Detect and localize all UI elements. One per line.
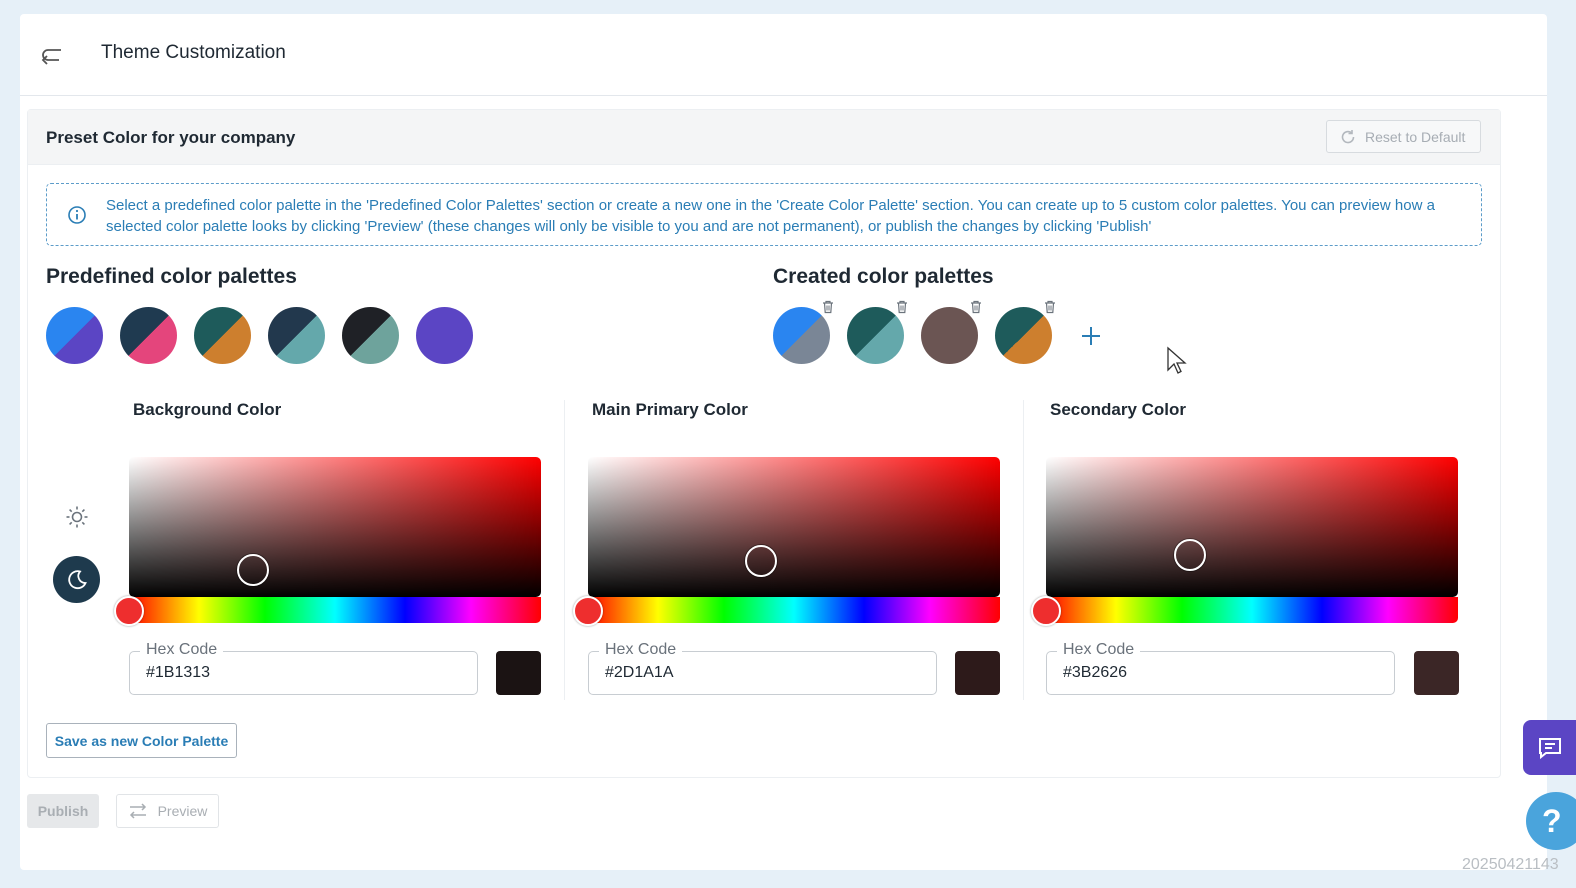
section-title: Preset Color for your company	[46, 128, 296, 147]
secondary-hue-slider[interactable]	[1046, 597, 1458, 623]
preview-arrows-icon	[129, 803, 146, 819]
preview-label: Preview	[157, 803, 208, 819]
predefined-swatch-5[interactable]	[342, 307, 399, 364]
delete-palette-icon[interactable]	[821, 300, 835, 314]
primary-color-preview[interactable]	[955, 651, 1000, 695]
section-header: Preset Color for your company Reset to D…	[28, 110, 1500, 165]
background-picker-handle[interactable]	[237, 554, 269, 586]
primary-saturation-picker[interactable]	[588, 457, 1000, 597]
primary-picker-handle[interactable]	[745, 545, 777, 577]
reset-icon	[1341, 129, 1355, 143]
secondary-color-preview[interactable]	[1414, 651, 1459, 695]
created-swatch-4[interactable]	[995, 307, 1052, 364]
created-swatch-2[interactable]	[847, 307, 904, 364]
timestamp-label: 20250421143	[1462, 856, 1559, 873]
predefined-swatch-6[interactable]	[416, 307, 473, 364]
secondary-saturation-picker[interactable]	[1046, 457, 1458, 597]
info-text: Select a predefined color palette in the…	[106, 197, 1435, 235]
background-color-title: Background Color	[133, 400, 282, 419]
column-divider	[1023, 400, 1024, 700]
secondary-picker-handle[interactable]	[1174, 539, 1206, 571]
background-hex-input[interactable]	[146, 664, 446, 682]
reset-label: Reset to Default	[1365, 128, 1466, 145]
created-swatch-1[interactable]	[773, 307, 830, 364]
created-swatch-3[interactable]	[921, 307, 978, 364]
secondary-hex-input[interactable]	[1063, 664, 1363, 682]
publish-button[interactable]: Publish	[27, 794, 99, 828]
predefined-swatch-3[interactable]	[194, 307, 251, 364]
mouse-cursor-icon	[1167, 346, 1187, 374]
hex-code-label: Hex Code	[1057, 641, 1141, 659]
background-hex-field[interactable]: Hex Code	[129, 641, 478, 695]
top-bar: Theme Customization	[20, 14, 1547, 96]
secondary-color-title: Secondary Color	[1050, 400, 1187, 419]
background-hue-knob[interactable]	[114, 596, 144, 626]
delete-palette-icon[interactable]	[895, 300, 909, 314]
save-new-palette-button[interactable]: Save as new Color Palette	[46, 723, 237, 758]
reset-to-default-button[interactable]: Reset to Default	[1326, 120, 1481, 153]
back-arrow-icon[interactable]	[38, 42, 66, 70]
background-saturation-picker[interactable]	[129, 457, 541, 597]
delete-palette-icon[interactable]	[1043, 300, 1057, 314]
dark-mode-toggle[interactable]	[53, 556, 100, 603]
background-hue-slider[interactable]	[129, 597, 541, 623]
preview-button[interactable]: Preview	[116, 794, 219, 828]
info-box: Select a predefined color palette in the…	[46, 183, 1482, 246]
hex-code-label: Hex Code	[599, 641, 683, 659]
primary-hex-input[interactable]	[605, 664, 905, 682]
predefined-swatch-4[interactable]	[268, 307, 325, 364]
light-mode-sun-icon[interactable]	[65, 505, 89, 529]
secondary-hue-knob[interactable]	[1031, 596, 1061, 626]
add-palette-icon[interactable]	[1079, 324, 1103, 348]
background-color-preview[interactable]	[496, 651, 541, 695]
delete-palette-icon[interactable]	[969, 300, 983, 314]
secondary-hex-field[interactable]: Hex Code	[1046, 641, 1395, 695]
moon-icon	[67, 569, 87, 589]
hex-code-label: Hex Code	[140, 641, 224, 659]
chat-button[interactable]	[1523, 720, 1576, 775]
page-title: Theme Customization	[101, 42, 286, 63]
created-palettes-title: Created color palettes	[773, 265, 994, 288]
primary-hex-field[interactable]: Hex Code	[588, 641, 937, 695]
chat-icon	[1538, 737, 1561, 759]
predefined-palettes-title: Predefined color palettes	[46, 265, 297, 288]
preset-section: Preset Color for your company Reset to D…	[27, 109, 1501, 778]
predefined-swatch-1[interactable]	[46, 307, 103, 364]
primary-hue-knob[interactable]	[573, 596, 603, 626]
predefined-swatch-2[interactable]	[120, 307, 177, 364]
info-icon	[68, 206, 86, 224]
column-divider	[564, 400, 565, 700]
primary-hue-slider[interactable]	[588, 597, 1000, 623]
question-icon: ?	[1542, 802, 1562, 839]
main-primary-color-title: Main Primary Color	[592, 400, 748, 419]
